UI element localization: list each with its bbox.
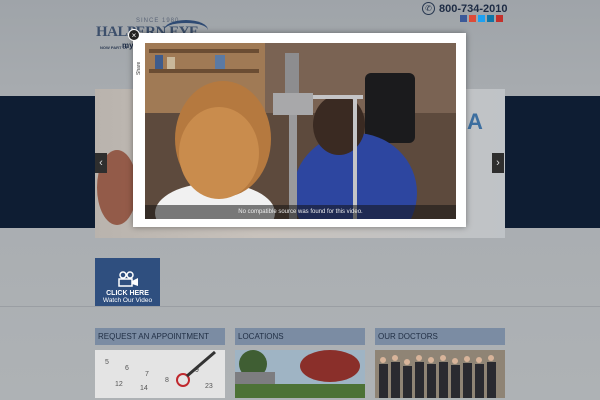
svg-text:5: 5 [105,359,109,366]
card-title[interactable]: OUR DOCTORS [375,328,505,345]
social-links [460,15,503,22]
twitter-icon[interactable] [478,15,485,22]
svg-text:14: 14 [140,385,148,392]
phone-number[interactable]: 800-734-2010 [439,3,508,15]
svg-text:6: 6 [125,365,129,372]
svg-text:23: 23 [205,383,213,390]
card-appointment[interactable]: REQUEST AN APPOINTMENT 567 8 12 14 9 23 [95,328,225,400]
card-title[interactable]: LOCATIONS [235,328,365,345]
share-tab[interactable]: Share [135,45,144,77]
card-title[interactable]: REQUEST AN APPOINTMENT [95,328,225,345]
facebook-icon[interactable] [460,15,467,22]
video-camera-icon [117,271,138,287]
svg-text:12: 12 [115,381,123,388]
watch-video-button[interactable]: CLICK HERE Watch Our Video [95,258,160,307]
video-modal: × Share No compatible source was found f… [128,29,466,227]
google-plus-icon[interactable] [469,15,476,22]
doctors-image [375,350,505,398]
svg-text:8: 8 [165,377,169,384]
section-divider [0,306,600,307]
linkedin-icon[interactable] [487,15,494,22]
youtube-icon[interactable] [496,15,503,22]
video-button-subtitle: Watch Our Video [102,297,153,304]
card-doctors[interactable]: OUR DOCTORS [375,328,505,400]
calendar-image: 567 81214 923 [95,350,225,398]
slider-prev-button[interactable]: ‹ [95,153,107,173]
phone-icon: ✆ [422,2,435,15]
hero-text: A [467,109,483,134]
share-label[interactable]: Share [136,62,142,75]
svg-text:7: 7 [145,371,149,378]
close-icon[interactable]: × [128,29,140,41]
video-player[interactable]: No compatible source was found for this … [145,43,456,219]
locations-image [235,350,365,398]
logo-brand: my [122,41,134,50]
phone-contact[interactable]: ✆ 800-734-2010 [422,2,508,15]
video-poster [145,43,456,219]
video-error-message: No compatible source was found for this … [145,205,456,219]
video-button-title: CLICK HERE [106,290,149,297]
card-locations[interactable]: LOCATIONS [235,328,365,400]
slider-next-button[interactable]: › [492,153,504,173]
